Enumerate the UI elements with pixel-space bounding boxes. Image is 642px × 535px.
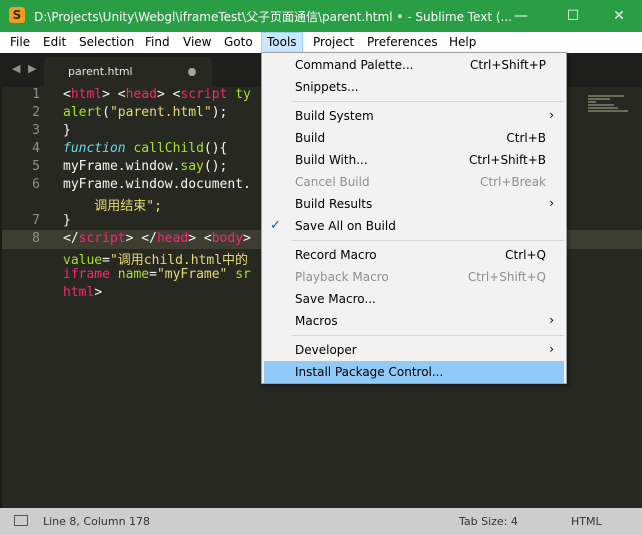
checkmark-icon: ✓	[270, 218, 281, 233]
menu-project[interactable]: Project	[308, 32, 359, 53]
unsaved-dot-icon[interactable]	[188, 68, 196, 76]
menu-separator	[292, 240, 564, 241]
code-line: myFrame.window.document.	[63, 177, 251, 192]
menu-item-build-with[interactable]: Build With... Ctrl+Shift+B	[264, 149, 564, 171]
code-line: iframe name="myFrame" sr	[63, 267, 251, 282]
menu-item-build-system[interactable]: Build System ›	[264, 105, 564, 127]
line-number: 4	[32, 141, 40, 156]
syntax-mode[interactable]: HTML	[571, 515, 602, 528]
menu-goto[interactable]: Goto	[219, 32, 258, 53]
menu-item-developer[interactable]: Developer ›	[264, 339, 564, 361]
line-number: 7	[32, 213, 40, 228]
title-bar: S D:\Projects\Unity\Webgl\iframeTest\父子页…	[0, 0, 642, 32]
line-number: 3	[32, 123, 40, 138]
status-bar: Line 8, Column 178 Tab Size: 4 HTML	[0, 508, 642, 535]
sublime-logo-icon: S	[9, 7, 25, 23]
minimap[interactable]	[588, 95, 630, 119]
submenu-arrow-icon: ›	[549, 196, 554, 210]
maximize-button[interactable]: ☐	[556, 4, 590, 28]
menu-bar: File Edit Selection Find View Goto Tools…	[0, 32, 642, 53]
code-line: }	[63, 123, 71, 138]
menu-separator	[292, 335, 564, 336]
menu-item-macros[interactable]: Macros ›	[264, 310, 564, 332]
menu-item-save-macro[interactable]: Save Macro...	[264, 288, 564, 310]
code-line: value="调用child.html中的	[63, 253, 249, 268]
submenu-arrow-icon: ›	[549, 342, 554, 356]
tab-size[interactable]: Tab Size: 4	[459, 515, 518, 528]
line-number: 5	[32, 159, 40, 174]
menu-item-install-package-control[interactable]: Install Package Control...	[264, 361, 564, 383]
window-title: D:\Projects\Unity\Webgl\iframeTest\父子页面通…	[34, 10, 512, 24]
submenu-arrow-icon: ›	[549, 313, 554, 327]
menu-item-save-all-on-build[interactable]: ✓ Save All on Build	[264, 215, 564, 237]
menu-item-build-results[interactable]: Build Results ›	[264, 193, 564, 215]
line-number: 2	[32, 105, 40, 120]
tab-nav-arrows-icon[interactable]: ◀ ▶	[12, 62, 38, 75]
cursor-position: Line 8, Column 178	[43, 515, 151, 528]
window-left-edge	[0, 87, 2, 508]
line-number: 6	[32, 177, 40, 192]
line-number: 1	[32, 87, 40, 102]
code-line: myFrame.window.say();	[63, 159, 228, 174]
code-line: <html> <head> <script ty	[63, 87, 251, 102]
menu-item-command-palette[interactable]: Command Palette... Ctrl+Shift+P	[264, 54, 564, 76]
menu-item-cancel-build: Cancel Build Ctrl+Break	[295, 175, 546, 189]
menu-item-record-macro[interactable]: Record Macro Ctrl+Q	[264, 244, 564, 266]
minimize-button[interactable]: —	[504, 4, 538, 28]
code-line: </script> </head> <body>	[63, 231, 251, 246]
tab-parent-html[interactable]: parent.html	[44, 57, 212, 87]
menu-find[interactable]: Find	[140, 32, 175, 53]
menu-view[interactable]: View	[178, 32, 216, 53]
code-line: alert("parent.html");	[63, 105, 228, 120]
menu-help[interactable]: Help	[444, 32, 481, 53]
menu-tools[interactable]: Tools	[261, 32, 303, 53]
tab-label: parent.html	[68, 65, 133, 78]
menu-preferences[interactable]: Preferences	[362, 32, 443, 53]
menu-item-playback-macro: Playback Macro Ctrl+Shift+Q	[295, 270, 546, 284]
menu-item-snippets[interactable]: Snippets...	[264, 76, 564, 98]
menu-selection[interactable]: Selection	[74, 32, 139, 53]
line-gutter: 1 2 3 4 5 6 7 8	[0, 87, 48, 508]
close-button[interactable]: ✕	[602, 4, 636, 28]
menu-separator	[292, 101, 564, 102]
tools-menu-dropdown: Command Palette... Ctrl+Shift+P Snippets…	[261, 52, 567, 384]
code-line: html>	[63, 285, 103, 300]
line-number: 8	[32, 231, 40, 246]
code-line: 调用结束";	[63, 199, 162, 214]
submenu-arrow-icon: ›	[549, 108, 554, 122]
code-line: function callChild(){	[63, 141, 228, 156]
menu-file[interactable]: File	[5, 32, 35, 53]
menu-item-build[interactable]: Build Ctrl+B	[264, 127, 564, 149]
panel-toggle-icon[interactable]	[14, 515, 28, 526]
code-line: }	[63, 213, 71, 228]
sublime-window: S D:\Projects\Unity\Webgl\iframeTest\父子页…	[0, 0, 642, 535]
menu-edit[interactable]: Edit	[38, 32, 71, 53]
